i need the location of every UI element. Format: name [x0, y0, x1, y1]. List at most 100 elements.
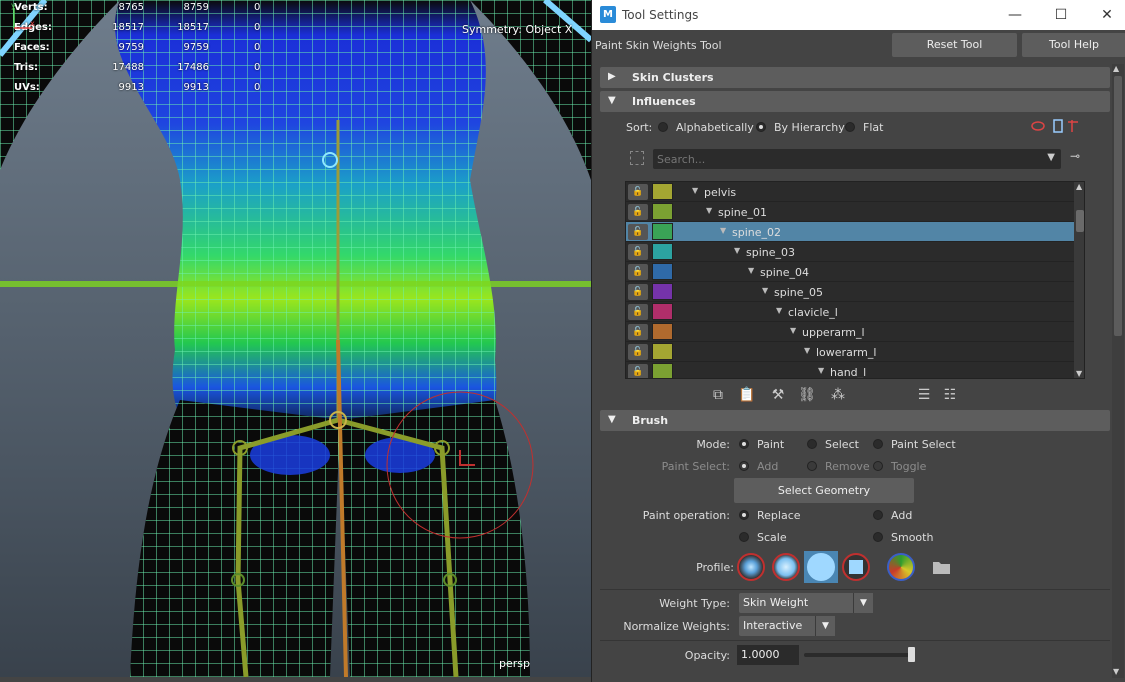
lock-icon[interactable]: 🔓 — [628, 224, 648, 240]
tool-help-button[interactable]: Tool Help — [1022, 33, 1125, 57]
sort-flat-radio[interactable] — [845, 122, 855, 132]
section-skin-clusters[interactable]: ▶ Skin Clusters — [600, 67, 1110, 88]
select-geometry-button[interactable]: Select Geometry — [734, 478, 914, 503]
joint-row[interactable]: 🔓 ▼ spine_01 — [626, 202, 1074, 222]
expand-arrow-icon[interactable]: ▼ — [790, 326, 796, 335]
joint-color-swatch[interactable] — [652, 343, 673, 360]
op-scale-radio[interactable] — [739, 532, 749, 542]
joint-row[interactable]: 🔓 ▼ spine_03 — [626, 242, 1074, 262]
lock-icon[interactable]: 🔓 — [628, 304, 648, 320]
scroll-down-icon[interactable]: ▼ — [1113, 667, 1119, 676]
opacity-field[interactable]: 1.0000 — [737, 645, 799, 665]
expand-arrow-icon[interactable]: ▼ — [748, 266, 754, 275]
joint-color-swatch[interactable] — [652, 283, 673, 300]
sort-hierarchy-radio[interactable] — [756, 122, 766, 132]
select-all-icon[interactable] — [630, 151, 644, 165]
move-weights-icon[interactable]: ⛓ — [797, 385, 817, 405]
copy-weights-icon[interactable]: ⧉ — [708, 385, 728, 405]
chevron-down-icon[interactable]: ▼ — [853, 593, 873, 613]
profile-square-button[interactable] — [839, 551, 873, 583]
lock-icon[interactable]: 🔓 — [628, 284, 648, 300]
scroll-up-icon[interactable]: ▲ — [1076, 182, 1082, 191]
influence-list[interactable]: 🔓 ▼ pelvis 🔓 ▼ spine_01 🔓 ▼ spine_02 🔓 ▼ spine_03 🔓 ▼… — [625, 181, 1085, 379]
joint-color-swatch[interactable] — [652, 203, 673, 220]
scroll-up-icon[interactable]: ▲ — [1113, 64, 1119, 73]
expand-list-icon[interactable]: ☷ — [940, 385, 960, 405]
lock-icon[interactable]: 🔓 — [628, 364, 648, 378]
expand-arrow-icon[interactable]: ▼ — [762, 286, 768, 295]
opacity-slider-handle[interactable] — [908, 647, 915, 662]
paste-weights-icon[interactable]: 📋 — [737, 385, 757, 405]
joint-color-swatch[interactable] — [652, 183, 673, 200]
weight-type-dropdown[interactable]: Skin Weight ▼ — [739, 593, 873, 613]
maximize-button[interactable]: ☐ — [1046, 4, 1076, 26]
joint-row[interactable]: 🔓 ▼ lowerarm_l — [626, 342, 1074, 362]
browse-folder-button[interactable] — [924, 551, 958, 583]
joint-row[interactable]: 🔓 ▼ spine_04 — [626, 262, 1074, 282]
expand-arrow-icon[interactable]: ▼ — [706, 206, 712, 215]
lock-icon[interactable]: 🔓 — [628, 264, 648, 280]
panel-scroll-thumb[interactable] — [1114, 76, 1122, 336]
mode-paint-radio[interactable] — [739, 439, 749, 449]
joint-color-swatch[interactable] — [652, 303, 673, 320]
mode-select-radio[interactable] — [807, 439, 817, 449]
panel-scrollbar[interactable]: ▲ ▼ — [1112, 64, 1124, 678]
influence-search-input[interactable] — [657, 151, 1037, 167]
expand-arrow-icon[interactable]: ▼ — [692, 186, 698, 195]
collapse-list-icon[interactable]: ☰ — [914, 385, 934, 405]
lock-icon[interactable]: 🔓 — [628, 204, 648, 220]
close-button[interactable]: ✕ — [1092, 4, 1122, 26]
list-scroll-thumb[interactable] — [1076, 210, 1084, 232]
lock-icon[interactable]: 🔓 — [628, 244, 648, 260]
op-smooth-radio[interactable] — [873, 532, 883, 542]
reset-tool-button[interactable]: Reset Tool — [892, 33, 1017, 57]
chevron-down-icon[interactable]: ▼ — [1047, 152, 1055, 163]
minimize-button[interactable]: — — [1000, 4, 1030, 26]
weight-hammer-icon[interactable]: ⚒ — [768, 385, 788, 405]
joint-color-swatch[interactable] — [652, 263, 673, 280]
joint-color-swatch[interactable] — [652, 223, 673, 240]
joint-color-swatch[interactable] — [652, 363, 673, 378]
section-influences[interactable]: ▼ Influences — [600, 91, 1110, 112]
profile-image-button[interactable] — [884, 551, 918, 583]
expand-arrow-icon[interactable]: ▼ — [720, 226, 726, 235]
opacity-label: Opacity: — [684, 649, 730, 662]
profile-gaussian-button[interactable] — [734, 551, 768, 583]
joint-row[interactable]: 🔓 ▼ spine_05 — [626, 282, 1074, 302]
expand-arrow-icon[interactable]: ▼ — [734, 246, 740, 255]
lock-icon[interactable]: 🔓 — [628, 344, 648, 360]
maya-viewport[interactable]: Verts: 8765 8759 0 Edges: 18517 18517 0 … — [0, 0, 591, 677]
op-add-radio[interactable] — [873, 510, 883, 520]
expand-arrow-icon[interactable]: ▼ — [804, 346, 810, 355]
joint-row[interactable]: 🔓 ▼ pelvis — [626, 182, 1074, 202]
pin-list-icon[interactable] — [1068, 120, 1078, 132]
paint-select-add-label: Add — [757, 460, 779, 473]
lock-icon[interactable]: 🔓 — [628, 184, 648, 200]
op-replace-radio[interactable] — [739, 510, 749, 520]
title-bar[interactable]: M Tool Settings — ☐ ✕ — [592, 0, 1125, 30]
joint-color-swatch[interactable] — [652, 243, 673, 260]
profile-soft-button[interactable] — [769, 551, 803, 583]
expand-arrow-icon[interactable]: ▼ — [818, 366, 824, 375]
joint-row[interactable]: 🔓 ▼ upperarm_l — [626, 322, 1074, 342]
opacity-slider-track[interactable] — [804, 653, 914, 657]
pin-icon[interactable]: ⊸ — [1070, 149, 1080, 163]
list-scrollbar[interactable]: ▲ ▼ — [1074, 182, 1084, 378]
joint-row[interactable]: 🔓 ▼ hand_l — [626, 362, 1074, 378]
list-view-icon[interactable] — [1053, 119, 1063, 133]
lock-icon[interactable]: 🔓 — [628, 324, 648, 340]
joint-color-swatch[interactable] — [652, 323, 673, 340]
section-brush[interactable]: ▼ Brush — [600, 410, 1110, 431]
chevron-down-icon[interactable]: ▼ — [815, 616, 835, 636]
influence-search[interactable]: ▼ — [653, 149, 1061, 169]
lasso-icon[interactable] — [1031, 121, 1045, 131]
joint-row[interactable]: 🔓 ▼ spine_02 — [626, 222, 1074, 242]
joint-row[interactable]: 🔓 ▼ clavicle_l — [626, 302, 1074, 322]
scroll-down-icon[interactable]: ▼ — [1076, 369, 1082, 378]
profile-solid-button[interactable] — [804, 551, 838, 583]
sort-alphabetical-radio[interactable] — [658, 122, 668, 132]
mode-paint-select-radio[interactable] — [873, 439, 883, 449]
normalize-weights-dropdown[interactable]: Interactive ▼ — [739, 616, 835, 636]
show-influences-icon[interactable]: ⁂ — [828, 385, 848, 405]
expand-arrow-icon[interactable]: ▼ — [776, 306, 782, 315]
